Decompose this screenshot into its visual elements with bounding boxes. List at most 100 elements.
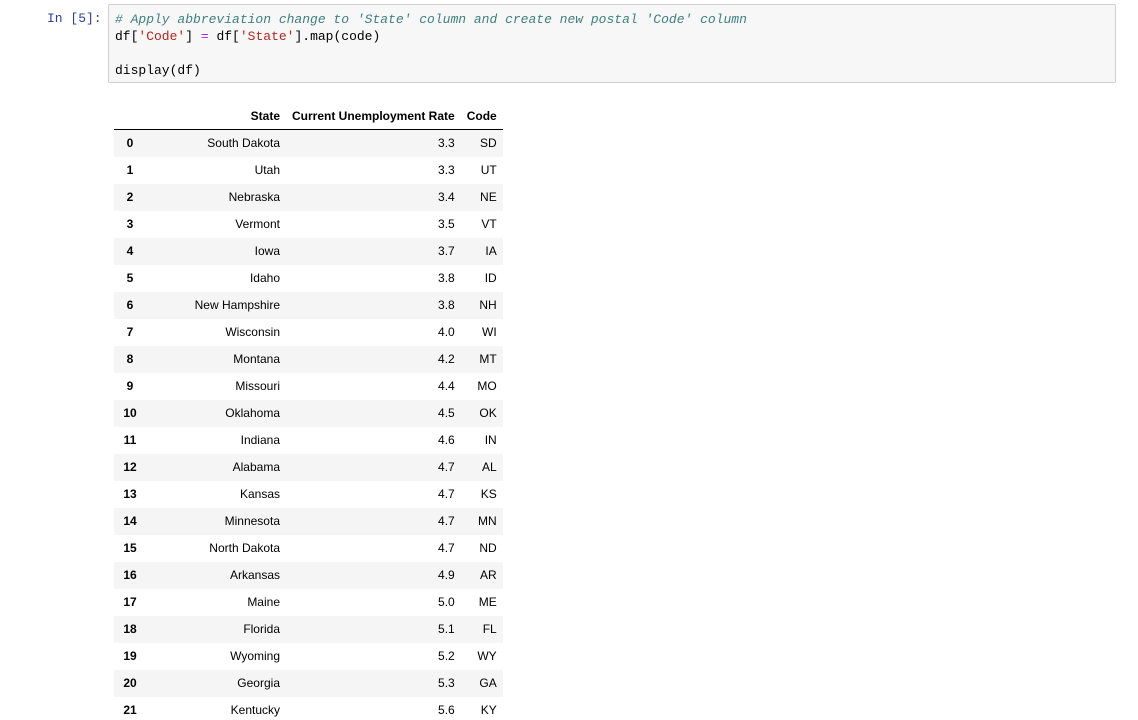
table-row: 17 Maine 5.0 ME xyxy=(114,589,503,616)
cell-rate: 4.7 xyxy=(438,541,455,555)
cell-rate: 4.4 xyxy=(438,379,455,393)
row-index: 17 xyxy=(123,595,137,609)
table-row: 18 Florida 5.1 FL xyxy=(114,616,503,643)
cell-rate: 5.1 xyxy=(438,622,455,636)
code-token: ] xyxy=(185,29,201,44)
cell-code: NE xyxy=(480,190,497,204)
code-editor[interactable]: # Apply abbreviation change to 'State' c… xyxy=(115,11,747,79)
table-row: 12 Alabama 4.7 AL xyxy=(114,454,503,481)
cell-code: OK xyxy=(479,406,497,420)
table-row: 7 Wisconsin 4.0 WI xyxy=(114,319,503,346)
cell-state: South Dakota xyxy=(207,136,280,150)
row-index: 3 xyxy=(126,217,134,231)
table-body: 0 South Dakota 3.3 SD 1 Utah 3.3 UT 2 Nebraska 3.4… xyxy=(114,129,503,720)
cell-code: KS xyxy=(480,487,497,501)
cell-rate: 3.7 xyxy=(438,244,455,258)
table-row: 15 North Dakota 4.7 ND xyxy=(114,535,503,562)
cell-rate: 4.7 xyxy=(438,460,455,474)
code-line-4: display(df) xyxy=(115,62,747,79)
row-index: 2 xyxy=(126,190,134,204)
row-index: 12 xyxy=(123,460,137,474)
cell-rate: 3.4 xyxy=(438,190,455,204)
row-index: 8 xyxy=(126,352,134,366)
cell-state: New Hampshire xyxy=(194,298,280,312)
table-row: 2 Nebraska 3.4 NE xyxy=(114,184,503,211)
column-header-code: Code xyxy=(460,103,503,130)
table-row: 6 New Hampshire 3.8 NH xyxy=(114,292,503,319)
cell-rate: 5.3 xyxy=(438,676,455,690)
cell-rate: 3.3 xyxy=(438,163,455,177)
code-string: 'State' xyxy=(239,29,295,44)
row-index: 16 xyxy=(123,568,137,582)
code-cell-input[interactable]: # Apply abbreviation change to 'State' c… xyxy=(108,4,1116,83)
cell-code: NH xyxy=(479,298,497,312)
dataframe-table: State Current Unemployment Rate Code 0 So… xyxy=(114,103,503,720)
cell-rate: 5.6 xyxy=(438,703,455,717)
cell-code: VT xyxy=(481,217,497,231)
code-line-2: df['Code'] = df['State'].map(code) xyxy=(115,28,747,45)
cell-code: UT xyxy=(480,163,497,177)
row-index: 13 xyxy=(123,487,137,501)
cell-state: Oklahoma xyxy=(225,406,280,420)
cell-rate: 4.7 xyxy=(438,514,455,528)
code-token: display(df) xyxy=(115,63,201,78)
row-index: 7 xyxy=(126,325,134,339)
cell-state: Nebraska xyxy=(228,190,280,204)
code-line-1: # Apply abbreviation change to 'State' c… xyxy=(115,11,747,28)
table-row: 14 Minnesota 4.7 MN xyxy=(114,508,503,535)
table-row: 4 Iowa 3.7 IA xyxy=(114,238,503,265)
cell-state: Alabama xyxy=(232,460,280,474)
cell-rate: 4.2 xyxy=(438,352,455,366)
cell-code: ID xyxy=(484,271,497,285)
row-index: 15 xyxy=(123,541,137,555)
row-index: 1 xyxy=(126,163,134,177)
cell-rate: 5.2 xyxy=(438,649,455,663)
cell-state: Idaho xyxy=(249,271,280,285)
cell-state: Arkansas xyxy=(229,568,280,582)
cell-state: Florida xyxy=(243,622,280,636)
code-token: df[ xyxy=(115,29,139,44)
table-row: 10 Oklahoma 4.5 OK xyxy=(114,400,503,427)
table-row: 0 South Dakota 3.3 SD xyxy=(114,129,503,157)
cell-state: Missouri xyxy=(235,379,280,393)
table-row: 3 Vermont 3.5 VT xyxy=(114,211,503,238)
cell-rate: 4.5 xyxy=(438,406,455,420)
table-row: 1 Utah 3.3 UT xyxy=(114,157,503,184)
row-index: 0 xyxy=(126,136,134,150)
cell-state: Kansas xyxy=(239,487,280,501)
row-index: 6 xyxy=(126,298,134,312)
row-index: 20 xyxy=(123,676,137,690)
cell-rate: 5.0 xyxy=(438,595,455,609)
cell-state: North Dakota xyxy=(209,541,280,555)
code-string: 'Code' xyxy=(138,29,186,44)
cell-rate: 3.8 xyxy=(438,298,455,312)
cell-state: Indiana xyxy=(240,433,280,447)
row-index: 14 xyxy=(123,514,137,528)
cell-state: Vermont xyxy=(235,217,280,231)
code-comment: # Apply abbreviation change to 'State' c… xyxy=(115,12,747,27)
cell-state: Minnesota xyxy=(224,514,280,528)
table-row: 9 Missouri 4.4 MO xyxy=(114,373,503,400)
row-index: 10 xyxy=(123,406,137,420)
cell-state: Wyoming xyxy=(230,649,280,663)
cell-code: FL xyxy=(482,622,497,636)
cell-code: WI xyxy=(482,325,497,339)
cell-code: MN xyxy=(478,514,497,528)
cell-output: State Current Unemployment Rate Code 0 So… xyxy=(114,103,503,720)
row-index: 21 xyxy=(123,703,137,717)
index-header xyxy=(114,103,146,130)
cell-rate: 3.5 xyxy=(438,217,455,231)
cell-rate: 3.8 xyxy=(438,271,455,285)
cell-code: ME xyxy=(478,595,497,609)
cell-code: WY xyxy=(477,649,497,663)
table-row: 19 Wyoming 5.2 WY xyxy=(114,643,503,670)
cell-state: Montana xyxy=(233,352,280,366)
row-index: 4 xyxy=(126,244,134,258)
cell-rate: 4.7 xyxy=(438,487,455,501)
row-index: 11 xyxy=(123,433,137,447)
cell-rate: 4.6 xyxy=(438,433,455,447)
cell-code: GA xyxy=(479,676,497,690)
column-header-rate: Current Unemployment Rate xyxy=(286,103,461,130)
cell-code: SD xyxy=(480,136,497,150)
